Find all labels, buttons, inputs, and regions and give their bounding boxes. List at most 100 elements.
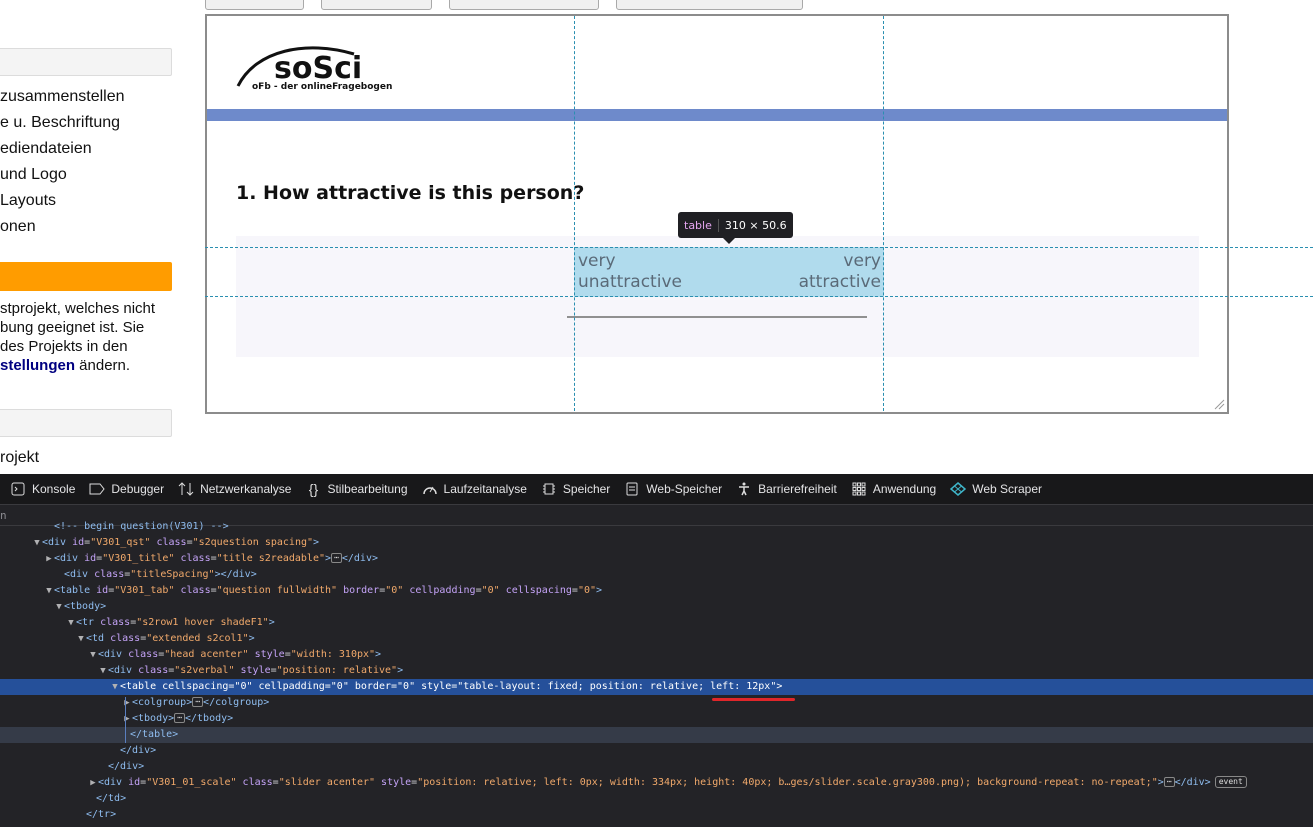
tab-label: Barrierefreiheit — [758, 482, 837, 496]
markup-node-line[interactable]: </div> — [0, 759, 1313, 775]
slider-track[interactable] — [567, 316, 867, 318]
braces-icon: {} — [308, 481, 319, 497]
markup-node-line[interactable]: ▶ <tbody> ⋯ </tbody> — [0, 711, 1313, 727]
attr-name: class — [156, 537, 187, 548]
markup-node-line[interactable]: </td> — [0, 791, 1313, 807]
attr-name: id — [128, 777, 141, 788]
tab-label: Netzwerkanalyse — [200, 482, 292, 496]
attr-value: "0" — [481, 585, 500, 596]
collapsed-dots-icon: ⋯ — [192, 697, 204, 707]
attr-name: class — [138, 665, 169, 676]
sidebar-search-box[interactable] — [0, 48, 172, 76]
tab-style-editor[interactable]: {} Stilbearbeitung — [305, 481, 408, 497]
tag-name: <tr — [76, 617, 95, 628]
sidebar-item-logo[interactable]: und Logo — [0, 165, 67, 185]
sidebar-item-project[interactable]: rojekt — [0, 448, 39, 468]
attr-name: style — [421, 681, 452, 692]
scale-label-right-line: very — [843, 251, 881, 271]
closing-tag: </tbody> — [184, 713, 234, 724]
twisty-icon: ▼ — [100, 666, 106, 676]
attr-value: "V301_title" — [102, 553, 175, 564]
tab-console[interactable]: Konsole — [10, 481, 75, 497]
tag-name: <div — [108, 665, 133, 676]
twisty-icon: ▶ — [90, 778, 96, 788]
attr-name: style — [254, 649, 285, 660]
sidebar-item-layouts[interactable]: Layouts — [0, 191, 56, 211]
markup-node-line[interactable]: <!-- begin question(V301) --> — [0, 519, 1313, 535]
memory-icon — [541, 481, 557, 497]
attr-value: "s2verbal" — [174, 665, 235, 676]
attr-value: "0" — [397, 681, 416, 692]
markup-node-line[interactable]: ▼ <div class="head acenter" style="width:… — [0, 647, 1313, 663]
tab-application[interactable]: Anwendung — [851, 481, 936, 497]
markup-node-line[interactable]: ▶ <div id="V301_title" class="title s2rea… — [0, 551, 1313, 567]
attr-name: class — [128, 649, 159, 660]
tab-network[interactable]: Netzwerkanalyse — [178, 481, 291, 497]
tab-web-scraper[interactable]: Web Scraper — [950, 481, 1042, 497]
tab-memory[interactable]: Speicher — [541, 481, 610, 497]
tab-accessibility[interactable]: Barrierefreiheit — [736, 481, 837, 497]
markup-node-line[interactable]: ▶ <div id="V301_01_scale" class="slider a… — [0, 775, 1313, 791]
twisty-icon: ▼ — [34, 538, 40, 548]
storage-icon — [624, 481, 640, 497]
settings-link[interactable]: stellungen — [0, 357, 75, 374]
scale-label-right-line: attractive — [798, 272, 881, 292]
tag-name: <div — [98, 777, 123, 788]
tag-name: <div — [54, 553, 79, 564]
attr-value: "0" — [385, 585, 404, 596]
markup-node-line[interactable]: ▼ <table cellspacing="0" cellpadding="0" … — [0, 679, 1313, 695]
attr-name: style — [240, 665, 271, 676]
sidebar-item-compose[interactable]: zusammenstellen — [0, 87, 125, 107]
attr-value: "slider acenter" — [278, 777, 376, 788]
attr-value: "head acenter" — [164, 649, 249, 660]
attr-value: "title s2readable" — [216, 553, 325, 564]
inspector-guide-bottom — [205, 296, 1313, 297]
markup-node-line[interactable]: <div class="titleSpacing"></div> — [0, 567, 1313, 583]
toolbar-button-1[interactable] — [205, 0, 304, 10]
toolbar-button-3[interactable] — [449, 0, 599, 10]
tag-bracket: > — [596, 585, 603, 596]
tag-name: <table — [54, 585, 91, 596]
inspector-guide-top — [205, 247, 1313, 248]
markup-node-line[interactable]: ▼ <table id="V301_tab" class="question fu… — [0, 583, 1313, 599]
markup-node-line[interactable]: </table> — [0, 727, 1313, 743]
markup-node-line[interactable]: ▶ <colgroup> ⋯ </colgroup> — [0, 695, 1313, 711]
debugger-icon — [89, 481, 106, 497]
toolbar-button-4[interactable] — [616, 0, 803, 10]
tab-performance[interactable]: Laufzeitanalyse — [422, 481, 527, 497]
markup-node-line[interactable]: ▼ <td class="extended s2col1"> — [0, 631, 1313, 647]
inspector-guide-left — [574, 16, 575, 412]
comment-text: <!-- begin question(V301) --> — [54, 521, 229, 532]
sidebar-box-2[interactable] — [0, 409, 172, 437]
logo-sub-text: oFb - der onlineFragebogen — [252, 82, 392, 92]
attr-name: class — [242, 777, 273, 788]
devtools-panel: Konsole Debugger Netzwerkanalyse {} Stil… — [0, 474, 1313, 827]
sidebar-item-media-files[interactable]: ediendateien — [0, 139, 92, 159]
tag-bracket: > — [248, 633, 255, 644]
closing-tag: </div> — [1174, 777, 1211, 788]
tab-label: Debugger — [111, 482, 165, 496]
closing-tag: </div> — [108, 761, 145, 772]
markup-node-line[interactable]: </tr> — [0, 807, 1313, 823]
sidebar-item-title-labels[interactable]: e u. Beschriftung — [0, 113, 120, 133]
tooltip-arrow — [723, 238, 735, 244]
markup-node-line[interactable]: ▼ <tbody> — [0, 599, 1313, 615]
attr-name: id — [96, 585, 109, 596]
tab-storage[interactable]: Web-Speicher — [624, 481, 722, 497]
markup-node-line[interactable]: </div> — [0, 743, 1313, 759]
resize-grip-icon[interactable] — [1213, 398, 1225, 410]
markup-node-line[interactable]: ▼ <div id="V301_qst" class="s2question sp… — [0, 535, 1313, 551]
tree-guide-line — [125, 697, 126, 743]
attr-value: "question fullwidth" — [216, 585, 338, 596]
attr-value: "s2question spacing" — [192, 537, 314, 548]
sidebar-item-options[interactable]: onen — [0, 217, 36, 237]
attr-value: "0" — [330, 681, 349, 692]
twisty-icon: ▶ — [46, 554, 52, 564]
collapsed-dots-icon: ⋯ — [1163, 777, 1175, 787]
markup-node-line[interactable]: ▼ <div class="s2verbal" style="position: … — [0, 663, 1313, 679]
toolbar-button-2[interactable] — [321, 0, 432, 10]
attr-value: "position: relative; left: 0px; width: 3… — [417, 777, 1158, 788]
markup-node-line[interactable]: ▼ <tr class="s2row1 hover shadeF1"> — [0, 615, 1313, 631]
tab-debugger[interactable]: Debugger — [89, 481, 164, 497]
attr-value: "V301_qst" — [90, 537, 151, 548]
